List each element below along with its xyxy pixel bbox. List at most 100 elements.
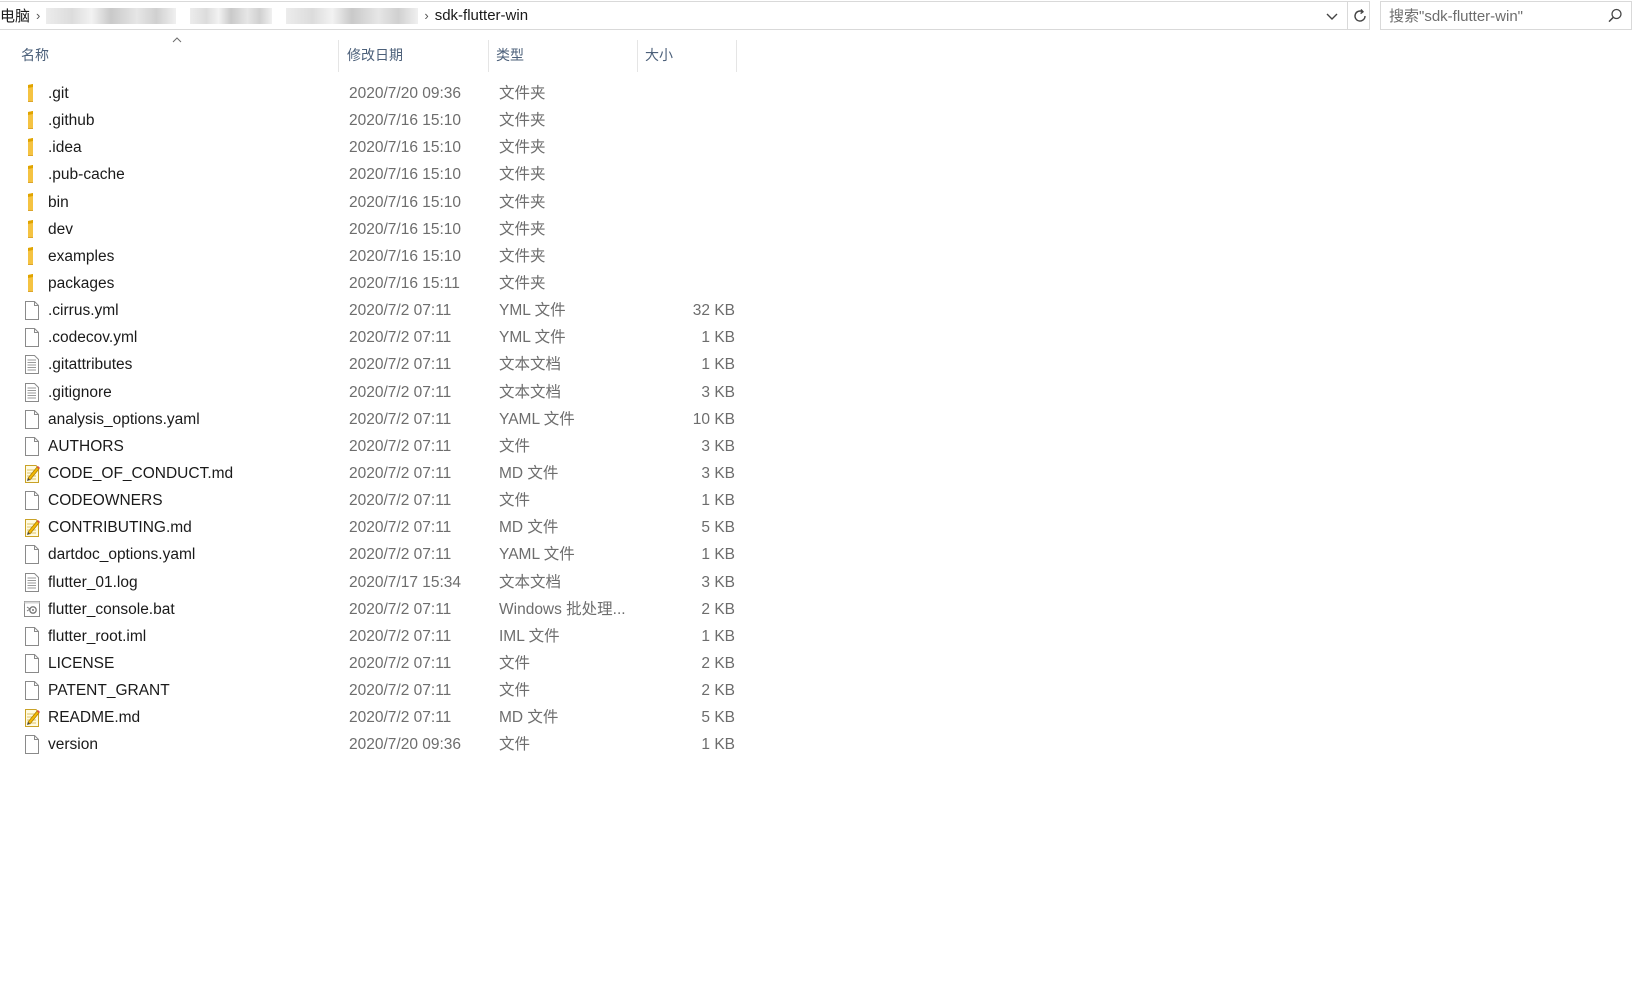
folder-icon (24, 165, 40, 184)
file-name: AUTHORS (48, 437, 124, 455)
file-size: 2 KB (701, 682, 735, 700)
file-name: .idea (48, 139, 82, 157)
column-header-date[interactable]: 修改日期 (339, 38, 487, 72)
file-type: 文件 (499, 654, 531, 672)
file-icon (24, 681, 40, 701)
folder-icon (24, 192, 40, 212)
search-input[interactable]: 搜索"sdk-flutter-win" (1380, 1, 1632, 30)
breadcrumb-current[interactable]: sdk-flutter-win (435, 7, 528, 24)
file-row[interactable]: flutter_root.iml 2020/7/2 07:11 IML 文件 1 KB (0, 623, 760, 650)
breadcrumb-root[interactable]: 电脑 (0, 5, 30, 26)
file-icon (24, 436, 40, 456)
file-row[interactable]: .github 2020/7/16 15:10 文件夹 (0, 107, 760, 134)
file-modified-date: 2020/7/16 15:10 (349, 139, 462, 157)
file-icon (24, 653, 40, 673)
file-row[interactable]: flutter_01.log 2020/7/17 15:34 文本文档 3 KB (0, 569, 760, 596)
column-header-size-label: 大小 (645, 47, 673, 63)
search-icon[interactable] (1605, 6, 1625, 26)
file-name: flutter_root.iml (48, 627, 147, 645)
file-row[interactable]: .gitignore 2020/7/2 07:11 文本文档 3 KB (0, 379, 760, 406)
file-modified-date: 2020/7/2 07:11 (349, 356, 452, 374)
file-name: bin (48, 193, 69, 211)
file-row[interactable]: examples 2020/7/16 15:10 文件夹 (0, 243, 760, 270)
file-icon (24, 301, 40, 321)
file-name: flutter_01.log (48, 573, 138, 591)
breadcrumb-redacted-1[interactable] (46, 7, 177, 24)
file-size: 1 KB (701, 546, 735, 564)
markdown-file-icon (24, 518, 40, 538)
file-row[interactable]: CODE_OF_CONDUCT.md 2020/7/2 07:11 MD 文件 3 K… (0, 460, 760, 487)
breadcrumb-redacted-3[interactable] (286, 7, 419, 24)
file-icon (24, 409, 40, 429)
refresh-button[interactable] (1347, 2, 1372, 29)
file-size: 1 KB (701, 492, 735, 510)
file-modified-date: 2020/7/2 07:11 (349, 383, 452, 401)
file-type: MD 文件 (499, 709, 559, 727)
refresh-icon (1354, 8, 1366, 22)
file-row[interactable]: CONTRIBUTING.md 2020/7/2 07:11 MD 文件 5 KB (0, 514, 760, 541)
file-row[interactable]: .pub-cache 2020/7/16 15:10 文件夹 (0, 161, 760, 188)
file-name: README.md (48, 709, 141, 727)
file-name: .pub-cache (48, 166, 125, 184)
file-row[interactable]: dev 2020/7/16 15:10 文件夹 (0, 216, 760, 243)
file-row[interactable]: .git 2020/7/20 09:36 文件夹 (0, 80, 760, 107)
file-type: 文件夹 (499, 112, 546, 130)
chevron-right-icon[interactable]: › (424, 8, 428, 23)
file-size: 3 KB (701, 383, 735, 401)
address-breadcrumb[interactable]: 电脑 › › sdk-flutter-win (0, 1, 1370, 30)
file-type: 文件 (499, 437, 531, 455)
file-row[interactable]: analysis_options.yaml 2020/7/2 07:11 YAML … (0, 406, 760, 433)
file-row[interactable]: AUTHORS 2020/7/2 07:11 文件 3 KB (0, 433, 760, 460)
file-modified-date: 2020/7/16 15:10 (349, 112, 462, 130)
file-modified-date: 2020/7/20 09:36 (349, 736, 462, 754)
file-row[interactable]: .cirrus.yml 2020/7/2 07:11 YML 文件 32 KB (0, 297, 760, 324)
chevron-down-icon[interactable] (1325, 9, 1339, 23)
file-modified-date: 2020/7/16 15:10 (349, 166, 462, 184)
file-type: 文件 (499, 736, 531, 754)
file-modified-date: 2020/7/2 07:11 (349, 464, 452, 482)
file-size: 2 KB (701, 654, 735, 672)
column-header-name[interactable]: 名称 (0, 38, 338, 72)
column-header-type[interactable]: 类型 (489, 38, 637, 72)
column-header-size[interactable]: 大小 (638, 38, 736, 72)
file-type: 文件夹 (499, 220, 546, 238)
file-row[interactable]: .gitattributes 2020/7/2 07:11 文本文档 1 KB (0, 351, 760, 378)
file-type: Windows 批处理... (499, 600, 626, 618)
text-file-icon (24, 572, 40, 592)
file-type: YML 文件 (499, 329, 566, 347)
chevron-right-icon[interactable]: › (36, 8, 40, 23)
folder-icon (24, 138, 40, 157)
file-row[interactable]: flutter_console.bat 2020/7/2 07:11 Windows… (0, 596, 760, 623)
file-name: .git (48, 85, 69, 102)
column-divider[interactable] (736, 40, 737, 72)
file-type: YML 文件 (499, 302, 566, 320)
breadcrumb-redacted-2[interactable] (190, 7, 273, 24)
file-row[interactable]: README.md 2020/7/2 07:11 MD 文件 5 KB (0, 704, 760, 731)
text-file-icon (24, 382, 40, 402)
file-name: CONTRIBUTING.md (48, 519, 192, 537)
file-row[interactable]: .idea 2020/7/16 15:10 文件夹 (0, 134, 760, 161)
file-list: .git 2020/7/20 09:36 文件夹 .github 2020/7/16 1… (0, 80, 760, 759)
file-modified-date: 2020/7/17 15:34 (349, 573, 462, 591)
file-row[interactable]: LICENSE 2020/7/2 07:11 文件 2 KB (0, 650, 760, 677)
file-name: .cirrus.yml (48, 302, 119, 320)
file-row[interactable]: dartdoc_options.yaml 2020/7/2 07:11 YAML 文… (0, 541, 760, 568)
column-header-name-label: 名称 (21, 47, 49, 63)
file-row[interactable]: CODEOWNERS 2020/7/2 07:11 文件 1 KB (0, 487, 760, 514)
file-icon (24, 491, 40, 511)
file-row[interactable]: .codecov.yml 2020/7/2 07:11 YML 文件 1 KB (0, 324, 760, 351)
file-row[interactable]: PATENT_GRANT 2020/7/2 07:11 文件 2 KB (0, 677, 760, 704)
file-modified-date: 2020/7/16 15:10 (349, 247, 462, 265)
file-size: 1 KB (701, 736, 735, 754)
file-name: version (48, 736, 98, 754)
file-modified-date: 2020/7/2 07:11 (349, 519, 452, 537)
file-name: .gitattributes (48, 356, 133, 374)
file-row[interactable]: bin 2020/7/16 15:10 文件夹 (0, 189, 760, 216)
file-type: 文件夹 (499, 166, 546, 184)
file-name: packages (48, 274, 115, 292)
column-header-date-label: 修改日期 (347, 47, 403, 63)
file-row[interactable]: version 2020/7/20 09:36 文件 1 KB (0, 731, 760, 758)
file-modified-date: 2020/7/20 09:36 (349, 85, 462, 102)
file-row[interactable]: packages 2020/7/16 15:11 文件夹 (0, 270, 760, 297)
batch-file-icon (24, 600, 40, 619)
